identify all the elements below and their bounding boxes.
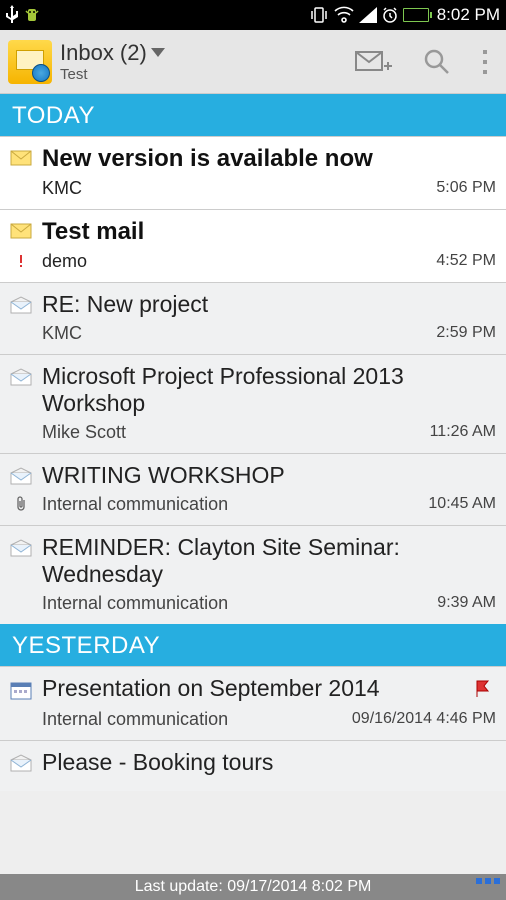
mail-subject: RE: New project [42, 291, 496, 319]
mail-sender: Mike Scott [32, 422, 430, 443]
app-header: Inbox (2) Test [0, 30, 506, 94]
mail-sender: Internal communication [32, 494, 428, 515]
mail-icon [10, 368, 32, 391]
attachment-icon [10, 496, 32, 512]
alarm-icon [381, 6, 399, 24]
status-bar: 8:02 PM [0, 0, 506, 30]
mail-subject: Presentation on September 2014 [42, 675, 496, 703]
mail-time: 2:59 PM [436, 324, 496, 342]
last-update-text: Last update: 09/17/2014 8:02 PM [135, 878, 372, 896]
mail-sender: Internal communication [32, 709, 352, 730]
debug-icon [24, 5, 40, 25]
compose-button[interactable] [354, 48, 394, 76]
app-icon[interactable] [8, 40, 52, 84]
folder-selector[interactable]: Inbox (2) Test [60, 40, 165, 83]
flag-icon [474, 679, 494, 704]
account-name: Test [60, 66, 165, 83]
mail-icon [10, 150, 32, 171]
mail-time: 11:26 AM [430, 423, 496, 441]
priority-icon [10, 254, 32, 268]
mail-sender: demo [32, 251, 436, 272]
search-button[interactable] [422, 47, 452, 77]
mail-item[interactable]: New version is available now KMC5:06 PM [0, 136, 506, 209]
mail-sender: Internal communication [32, 593, 437, 614]
status-left [6, 5, 40, 25]
section-heading: TODAY [0, 94, 506, 136]
pagination-dots [476, 878, 500, 884]
section-heading: YESTERDAY [0, 624, 506, 666]
mail-subject: Microsoft Project Professional 2013 Work… [42, 363, 496, 418]
mail-item[interactable]: WRITING WORKSHOP Internal communication10… [0, 453, 506, 525]
mail-item[interactable]: Microsoft Project Professional 2013 Work… [0, 354, 506, 453]
status-time: 8:02 PM [437, 5, 500, 25]
vibrate-icon [309, 6, 329, 24]
chevron-down-icon [151, 48, 165, 57]
mail-subject: REMINDER: Clayton Site Seminar: Wednesda… [42, 534, 496, 589]
mail-item[interactable]: REMINDER: Clayton Site Seminar: Wednesda… [0, 525, 506, 624]
mail-time: 4:52 PM [436, 252, 496, 270]
mail-icon [10, 296, 32, 319]
status-footer: Last update: 09/17/2014 8:02 PM [0, 874, 506, 900]
mail-scroll-area[interactable]: TODAYNew version is available nowKMC5:06… [0, 94, 506, 874]
mail-subject: Please - Booking tours [42, 749, 496, 777]
mail-subject: New version is available now [42, 145, 496, 174]
mail-subject: WRITING WORKSHOP [42, 462, 496, 490]
mail-item[interactable]: Test mail demo4:52 PM [0, 209, 506, 282]
usb-icon [6, 5, 18, 25]
folder-name: Inbox (2) [60, 40, 147, 65]
overflow-menu-button[interactable] [480, 48, 490, 76]
status-right: 8:02 PM [309, 5, 500, 25]
mail-icon [10, 223, 32, 244]
mail-icon [10, 754, 32, 777]
mail-item[interactable]: Please - Booking tours [0, 740, 506, 791]
mail-time: 9:39 AM [437, 594, 496, 612]
mail-time: 5:06 PM [436, 179, 496, 197]
mail-item[interactable]: Presentation on September 2014 Internal c… [0, 666, 506, 740]
calendar-icon [10, 680, 32, 705]
mail-sender: KMC [32, 178, 436, 199]
mail-sender: KMC [32, 323, 436, 344]
mail-time: 10:45 AM [428, 495, 496, 513]
battery-icon [403, 8, 429, 22]
signal-icon [359, 7, 377, 23]
mail-time: 09/16/2014 4:46 PM [352, 710, 496, 728]
mail-icon [10, 467, 32, 490]
wifi-icon [333, 6, 355, 24]
mail-icon [10, 539, 32, 562]
mail-subject: Test mail [42, 218, 496, 247]
mail-item[interactable]: RE: New project KMC2:59 PM [0, 282, 506, 354]
